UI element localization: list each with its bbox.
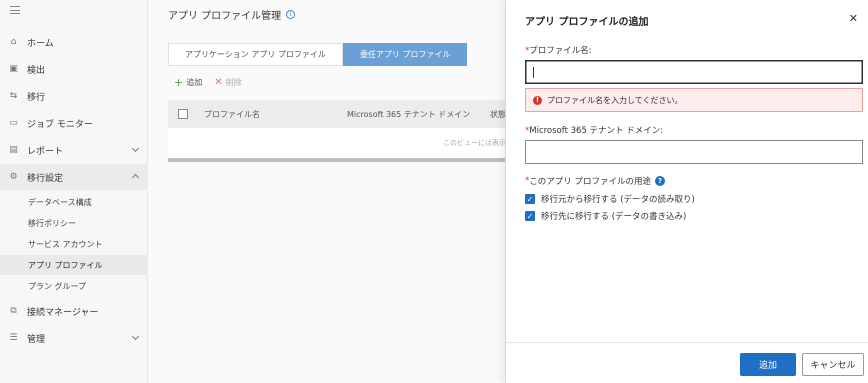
read-source-option[interactable]: ✓ 移行元から移行する (データの読み取り): [525, 193, 695, 205]
sidebar-item-label: ホーム: [27, 38, 54, 49]
sidebar-item-label: 移行: [27, 92, 46, 103]
add-label: 追加: [186, 78, 203, 87]
read-source-label: 移行元から移行する (データの読み取り): [541, 195, 695, 205]
error-text: プロファイル名を入力してください。: [547, 95, 683, 105]
write-target-label: 移行先に移行する (データの書き込み): [541, 212, 687, 222]
table-actions: + 追加 ✕ 削除: [174, 76, 242, 89]
sidebar-subitem-app-profile[interactable]: アプリ プロファイル: [0, 255, 148, 275]
help-icon[interactable]: ?: [654, 176, 665, 186]
profile-name-error: ! プロファイル名を入力してください。: [525, 88, 863, 112]
error-icon: !: [533, 95, 542, 105]
delete-button[interactable]: ✕ 削除: [214, 77, 241, 88]
sidebar: ⌂ ホーム ▣ 検出 ⇆ 移行 ▭ ジョブ モニター ▤ レポート ⚙ 移行設定…: [0, 0, 148, 383]
column-header-tenant-domain[interactable]: Microsoft 365 テナント ドメイン: [347, 109, 490, 120]
tenant-domain-label-text: Microsoft 365 テナント ドメイン:: [529, 126, 664, 136]
chevron-up-icon: [131, 173, 140, 182]
sidebar-item-home[interactable]: ⌂ ホーム: [0, 29, 148, 55]
panel-title: アプリ プロファイルの追加: [525, 17, 649, 28]
delete-label: 削除: [225, 78, 242, 87]
sidebar-item-label: ジョブ モニター: [27, 119, 93, 130]
chevron-down-icon: [131, 144, 140, 153]
tenant-domain-label: *Microsoft 365 テナント ドメイン:: [525, 124, 663, 136]
profile-name-label-text: プロファイル名:: [529, 46, 592, 56]
tenant-domain-input[interactable]: [525, 140, 863, 164]
sidebar-item-label: 検出: [27, 65, 46, 76]
footer-divider: [506, 342, 868, 343]
sidebar-item-admin[interactable]: ☰ 管理: [0, 325, 148, 351]
delete-icon: ✕: [214, 77, 223, 88]
home-icon: ⌂: [10, 37, 17, 47]
tab-application-profile[interactable]: アプリケーション アプリ プロファイル: [168, 43, 343, 66]
text-caret: [533, 67, 534, 78]
column-header-status[interactable]: 状態: [490, 109, 506, 120]
checkbox-checked-icon[interactable]: ✓: [525, 194, 535, 204]
horizontal-scrollbar[interactable]: [168, 158, 508, 162]
sidebar-item-label: 接続マネージャー: [27, 307, 99, 318]
cancel-button[interactable]: キャンセル: [802, 353, 864, 376]
menu-icon[interactable]: [10, 6, 20, 16]
sidebar-item-label: 移行設定: [27, 173, 64, 184]
table-header: プロファイル名 Microsoft 365 テナント ドメイン 状態: [168, 100, 508, 128]
usage-label: * このアプリ プロファイルの用途 ?: [525, 175, 665, 187]
sidebar-item-migrate[interactable]: ⇆ 移行: [0, 83, 148, 109]
usage-label-text: このアプリ プロファイルの用途: [529, 177, 651, 187]
sidebar-item-job-monitor[interactable]: ▭ ジョブ モニター: [0, 110, 148, 136]
sidebar-subitem-label: サービス アカウント: [28, 239, 103, 249]
discover-icon: ▣: [9, 64, 18, 74]
sidebar-subitem-plan-group[interactable]: プラン グループ: [0, 276, 148, 296]
report-icon: ▤: [9, 145, 18, 155]
sidebar-subitem-service-account[interactable]: サービス アカウント: [0, 234, 148, 254]
settings-icon: ⚙: [9, 172, 18, 182]
profile-name-label: *プロファイル名:: [525, 44, 592, 56]
main-content: アプリ プロファイル管理 i アプリケーション アプリ プロファイル 委任アプリ…: [148, 0, 508, 383]
sidebar-subitem-label: 移行ポリシー: [28, 218, 76, 228]
page-title-text: アプリ プロファイル管理: [168, 11, 282, 22]
sidebar-subitem-label: プラン グループ: [28, 281, 87, 291]
sidebar-item-connection-manager[interactable]: ⧉ 接続マネージャー: [0, 298, 148, 324]
add-button[interactable]: + 追加: [174, 76, 202, 89]
add-submit-button[interactable]: 追加: [740, 353, 796, 376]
plus-icon: +: [174, 76, 184, 89]
sidebar-item-report[interactable]: ▤ レポート: [0, 137, 148, 163]
chevron-down-icon: [131, 332, 140, 341]
column-header-profile-name[interactable]: プロファイル名: [204, 109, 347, 120]
info-icon[interactable]: i: [286, 10, 296, 19]
close-icon[interactable]: ✕: [849, 12, 858, 25]
sidebar-subitem-label: データベース構成: [28, 197, 92, 207]
connection-icon: ⧉: [10, 306, 17, 316]
select-all-checkbox[interactable]: [178, 109, 188, 119]
profile-name-input[interactable]: [525, 60, 863, 84]
sidebar-subitem-migration-policy[interactable]: 移行ポリシー: [0, 213, 148, 233]
profile-tabs: アプリケーション アプリ プロファイル 委任アプリ プロファイル: [168, 43, 468, 66]
migrate-icon: ⇆: [9, 91, 18, 101]
page-title: アプリ プロファイル管理 i: [168, 7, 296, 22]
sidebar-subitem-database-config[interactable]: データベース構成: [0, 192, 148, 212]
tab-delegated-profile[interactable]: 委任アプリ プロファイル: [342, 43, 468, 66]
admin-icon: ☰: [9, 333, 18, 343]
empty-message: このビューには表示: [443, 139, 506, 147]
sidebar-subitem-label: アプリ プロファイル: [28, 260, 103, 270]
checkbox-checked-icon[interactable]: ✓: [525, 211, 535, 221]
sidebar-item-label: レポート: [27, 146, 64, 157]
sidebar-item-migration-settings[interactable]: ⚙ 移行設定: [0, 164, 148, 190]
write-target-option[interactable]: ✓ 移行先に移行する (データの書き込み): [525, 210, 686, 222]
monitor-icon: ▭: [9, 118, 18, 128]
sidebar-item-label: 管理: [27, 334, 46, 345]
add-app-profile-panel: アプリ プロファイルの追加 ✕ *プロファイル名: ! プロファイル名を入力して…: [505, 0, 868, 383]
sidebar-item-discover[interactable]: ▣ 検出: [0, 56, 148, 82]
table-empty-row: このビューには表示: [168, 128, 508, 158]
